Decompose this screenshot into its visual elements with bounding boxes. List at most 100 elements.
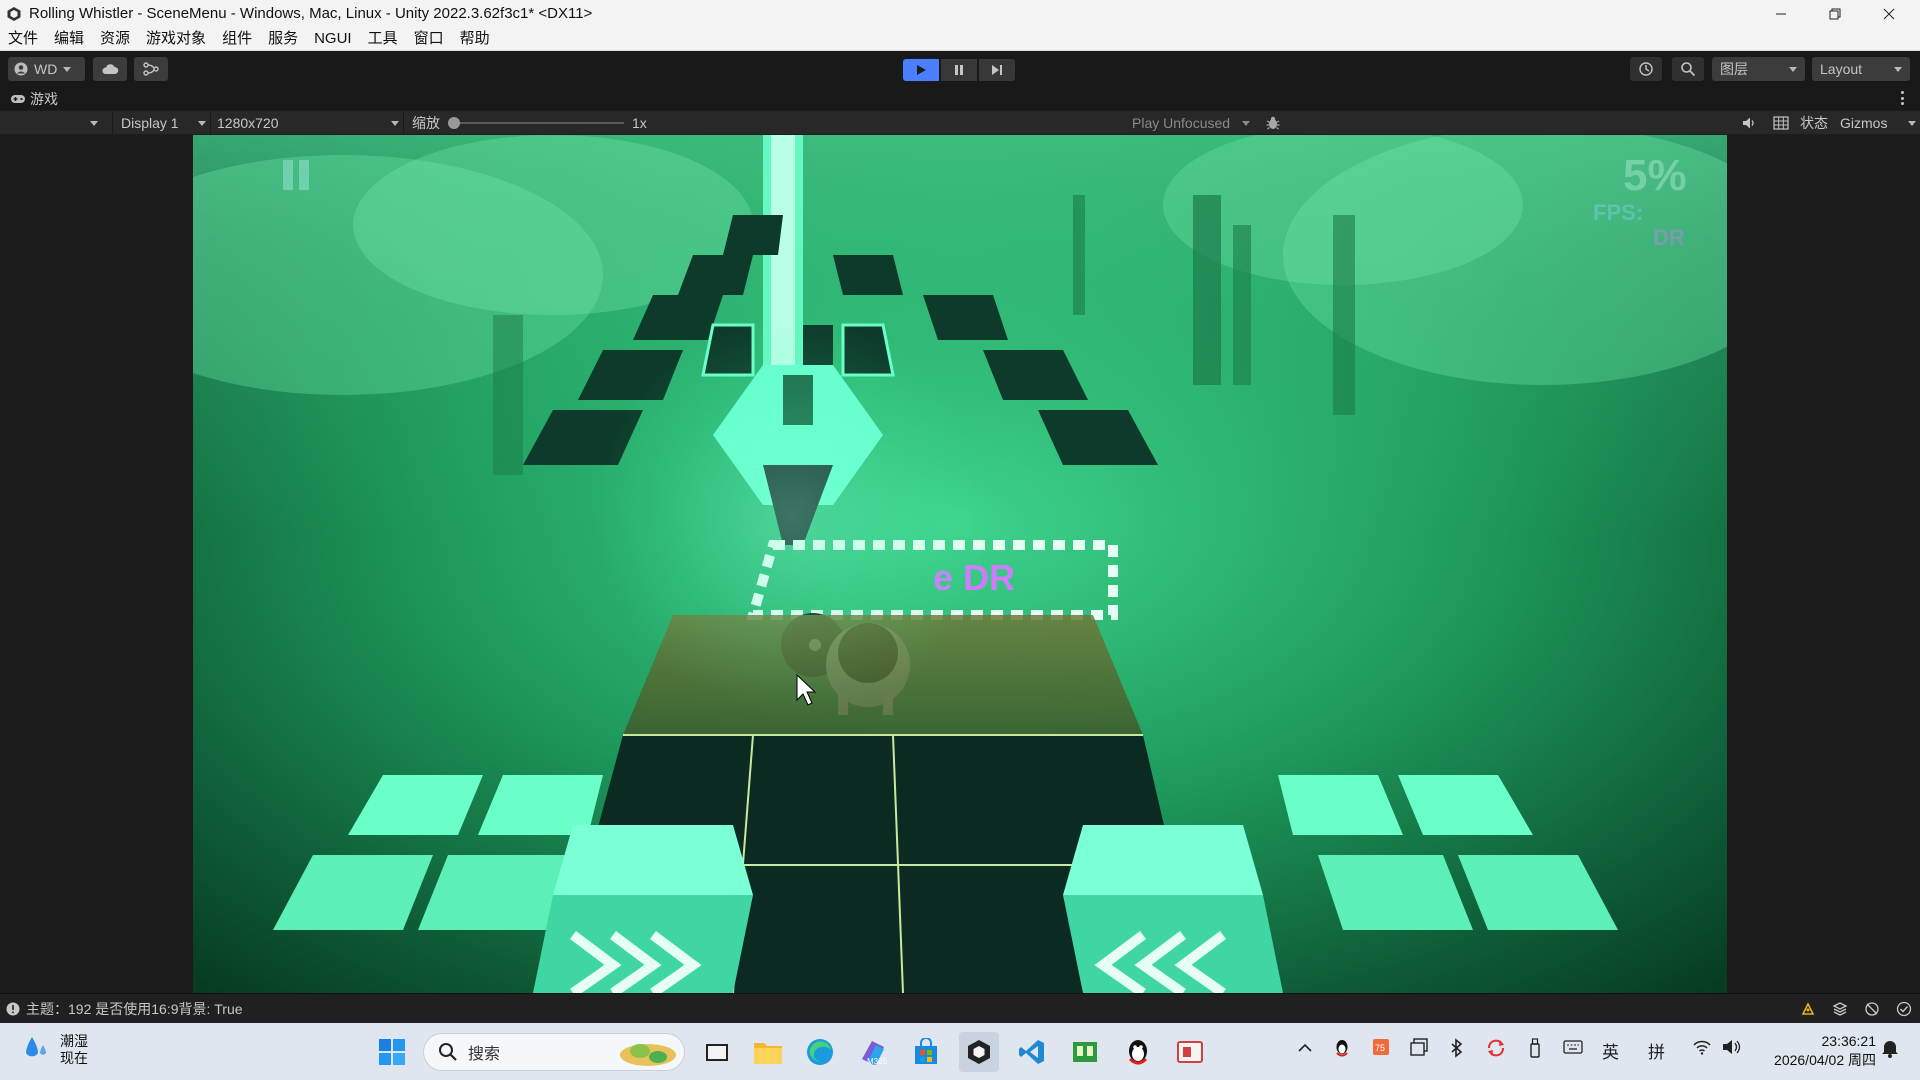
mute-audio-button[interactable] bbox=[1738, 111, 1760, 135]
layout-dropdown[interactable]: Layout bbox=[1812, 57, 1910, 81]
pause-button[interactable] bbox=[941, 59, 977, 81]
weather-widget[interactable]: 潮湿 现在 bbox=[18, 1033, 88, 1067]
tray-qq-icon[interactable] bbox=[1334, 1038, 1350, 1063]
menu-assets[interactable]: 资源 bbox=[92, 27, 138, 51]
stats-label: 状态 bbox=[1800, 115, 1828, 131]
gamepad-icon bbox=[11, 94, 25, 103]
search-icon bbox=[439, 1043, 457, 1061]
game-view-controls: Display 1 1280x720 缩放 1x Play Unfocused … bbox=[0, 110, 1920, 135]
windows-logo-icon bbox=[379, 1039, 405, 1065]
menu-window[interactable]: 窗口 bbox=[406, 27, 452, 51]
svg-text:M365: M365 bbox=[867, 1057, 888, 1066]
game-viewport[interactable]: e DR 5% FPS: DR bbox=[193, 135, 1727, 993]
game-type-dropdown[interactable] bbox=[90, 111, 98, 135]
tray-volume-icon[interactable] bbox=[1722, 1039, 1742, 1060]
app-button-red[interactable] bbox=[1170, 1032, 1210, 1072]
menu-help[interactable]: 帮助 bbox=[452, 27, 498, 51]
menu-ngui[interactable]: NGUI bbox=[306, 27, 360, 51]
gizmos-dropdown[interactable]: Gizmos bbox=[1840, 111, 1920, 135]
tray-bluetooth-icon[interactable] bbox=[1450, 1038, 1464, 1063]
play-button[interactable] bbox=[903, 59, 939, 81]
ai-navigation-icon[interactable] bbox=[1800, 1001, 1816, 1017]
menu-gameobject[interactable]: 游戏对象 bbox=[138, 27, 214, 51]
file-explorer-button[interactable] bbox=[748, 1032, 788, 1072]
menu-services[interactable]: 服务 bbox=[260, 27, 306, 51]
debug-button[interactable] bbox=[1262, 111, 1284, 135]
layers-dropdown[interactable]: 图层 bbox=[1712, 57, 1805, 81]
pause-icon bbox=[955, 65, 963, 75]
menu-component[interactable]: 组件 bbox=[214, 27, 260, 51]
vscode-button[interactable] bbox=[1012, 1032, 1052, 1072]
tray-app-icon[interactable]: 75 bbox=[1372, 1038, 1390, 1061]
layout-label: Layout bbox=[1820, 61, 1863, 77]
step-button[interactable] bbox=[979, 59, 1015, 81]
check-circle-icon[interactable] bbox=[1896, 1001, 1912, 1017]
weather-sub: 现在 bbox=[60, 1050, 88, 1066]
store-button[interactable] bbox=[906, 1032, 946, 1072]
chevron-down-icon bbox=[1242, 120, 1250, 126]
kebab-menu-icon[interactable] bbox=[1898, 91, 1906, 105]
tray-copy-icon[interactable] bbox=[1410, 1038, 1428, 1061]
stats-button[interactable]: 状态 bbox=[1800, 111, 1828, 135]
search-button[interactable] bbox=[1672, 57, 1704, 81]
play-mode-label: Play Unfocused bbox=[1132, 115, 1231, 131]
speaker-icon bbox=[1743, 117, 1754, 129]
display-label: Display 1 bbox=[121, 115, 179, 131]
hud-fps: FPS: bbox=[1593, 200, 1643, 225]
svg-text:75: 75 bbox=[1375, 1043, 1385, 1053]
version-control-button[interactable] bbox=[134, 57, 168, 81]
scale-slider[interactable] bbox=[448, 117, 624, 129]
minimize-button[interactable] bbox=[1754, 0, 1808, 27]
chevron-down-icon bbox=[90, 120, 98, 126]
menu-tools[interactable]: 工具 bbox=[360, 27, 406, 51]
grid-button[interactable] bbox=[1770, 111, 1792, 135]
taskbar-search-box[interactable]: 搜索 bbox=[423, 1033, 685, 1071]
console-status-bar[interactable]: 主题：192 是否使用16:9背景: True bbox=[0, 993, 1920, 1023]
tray-overflow-button[interactable] bbox=[1298, 1040, 1312, 1058]
windows-taskbar: 潮湿 现在 搜索 M365 75 英 拼 23:36:21 2026/04/02… bbox=[0, 1023, 1920, 1080]
menu-file[interactable]: 文件 bbox=[0, 27, 46, 51]
taskbar-clock[interactable]: 23:36:21 2026/04/02 周四 bbox=[1756, 1032, 1876, 1070]
close-button[interactable] bbox=[1862, 0, 1916, 27]
cloud-button[interactable] bbox=[93, 57, 127, 81]
task-view-button[interactable] bbox=[697, 1032, 737, 1072]
unity-taskbar-button[interactable] bbox=[959, 1032, 999, 1072]
edge-browser-button[interactable] bbox=[800, 1032, 840, 1072]
tray-sync-icon[interactable] bbox=[1486, 1038, 1506, 1063]
history-button[interactable] bbox=[1630, 57, 1662, 81]
start-button[interactable] bbox=[372, 1032, 412, 1072]
weather-title: 潮湿 bbox=[60, 1033, 88, 1049]
account-dropdown[interactable]: WD bbox=[8, 57, 85, 81]
hidden-objects-icon[interactable] bbox=[1864, 1001, 1880, 1017]
menu-bar: 文件 编辑 资源 游戏对象 组件 服务 NGUI 工具 窗口 帮助 bbox=[0, 27, 1920, 51]
keyboard-icon bbox=[1563, 1040, 1583, 1054]
m365-button[interactable]: M365 bbox=[853, 1032, 893, 1072]
tray-keyboard-icon[interactable] bbox=[1563, 1039, 1583, 1060]
scale-label: 缩放 bbox=[412, 115, 440, 131]
play-mode-dropdown[interactable]: Play Unfocused bbox=[1126, 111, 1254, 135]
restore-button[interactable] bbox=[1808, 0, 1862, 27]
menu-edit[interactable]: 编辑 bbox=[46, 27, 92, 51]
qq-button[interactable] bbox=[1118, 1032, 1158, 1072]
status-message: 主题：192 是否使用16:9背景: True bbox=[26, 1000, 243, 1017]
display-dropdown[interactable]: Display 1 bbox=[112, 111, 210, 135]
notification-button[interactable] bbox=[1880, 1038, 1900, 1063]
qq-small-icon bbox=[1336, 1040, 1348, 1057]
branch-icon bbox=[143, 62, 159, 76]
resolution-dropdown[interactable]: 1280x720 bbox=[210, 111, 403, 135]
bell-icon bbox=[1882, 1041, 1898, 1058]
volume-icon bbox=[1723, 1040, 1741, 1054]
app-button-green[interactable] bbox=[1065, 1032, 1105, 1072]
tab-game[interactable]: 游戏 bbox=[0, 89, 58, 109]
ime-language[interactable]: 英 bbox=[1602, 1038, 1619, 1063]
account-label: WD bbox=[34, 61, 58, 77]
search-icon bbox=[1681, 62, 1696, 77]
status-icons bbox=[1800, 1001, 1912, 1017]
tray-usb-icon[interactable] bbox=[1528, 1038, 1542, 1063]
tray-wifi-icon[interactable] bbox=[1693, 1039, 1711, 1060]
account-icon bbox=[14, 62, 28, 76]
ime-mode[interactable]: 拼 bbox=[1648, 1038, 1665, 1063]
restore-icon bbox=[1829, 8, 1841, 19]
microsoft-365-icon: M365 bbox=[862, 1041, 888, 1066]
layers-icon[interactable] bbox=[1832, 1001, 1848, 1017]
